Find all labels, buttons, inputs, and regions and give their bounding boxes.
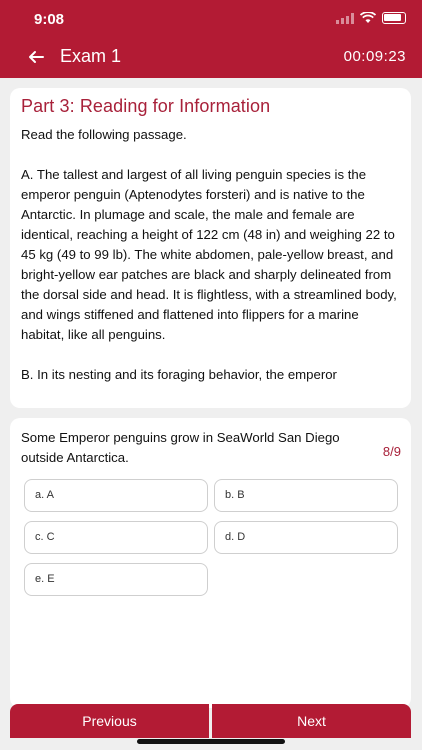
option-d[interactable]: d. D: [214, 521, 398, 554]
option-a[interactable]: a. A: [24, 479, 208, 512]
battery-icon: [382, 12, 406, 24]
signal-icon: [336, 12, 354, 24]
passage-title: Part 3: Reading for Information: [21, 96, 271, 116]
wifi-icon: [360, 12, 376, 23]
status-time: 9:08: [34, 11, 65, 28]
question-text: Some Emperor penguins grow in SeaWorld S…: [21, 430, 340, 465]
passage-instruction: Read the following passage.: [21, 127, 187, 142]
nav-row: Exam 1 00:09:23: [0, 44, 422, 72]
home-indicator: [137, 739, 285, 744]
previous-button[interactable]: Previous: [10, 704, 209, 738]
page-title: Exam 1: [60, 46, 122, 66]
passage-paragraph-b: B. In its nesting and its foraging behav…: [21, 367, 337, 382]
question-card: Some Emperor penguins grow in SeaWorld S…: [10, 418, 411, 708]
option-c[interactable]: c. C: [24, 521, 208, 554]
option-e[interactable]: e. E: [24, 563, 208, 596]
question-counter: 8/9: [382, 444, 401, 459]
passage-text: Read the following passage. A. The talle…: [21, 125, 401, 385]
back-arrow-icon[interactable]: [26, 47, 46, 67]
exam-timer: 00:09:23: [343, 48, 406, 65]
status-icons: [336, 12, 406, 24]
app-header: 9:08 Exam 1 00:09:23: [0, 0, 422, 78]
passage-paragraph-a: A. The tallest and largest of all living…: [21, 167, 397, 342]
bottom-navigation: Previous Next: [10, 704, 411, 738]
next-button[interactable]: Next: [212, 704, 411, 738]
passage-card[interactable]: Part 3: Reading for Information Read the…: [10, 88, 411, 408]
option-b[interactable]: b. B: [214, 479, 398, 512]
